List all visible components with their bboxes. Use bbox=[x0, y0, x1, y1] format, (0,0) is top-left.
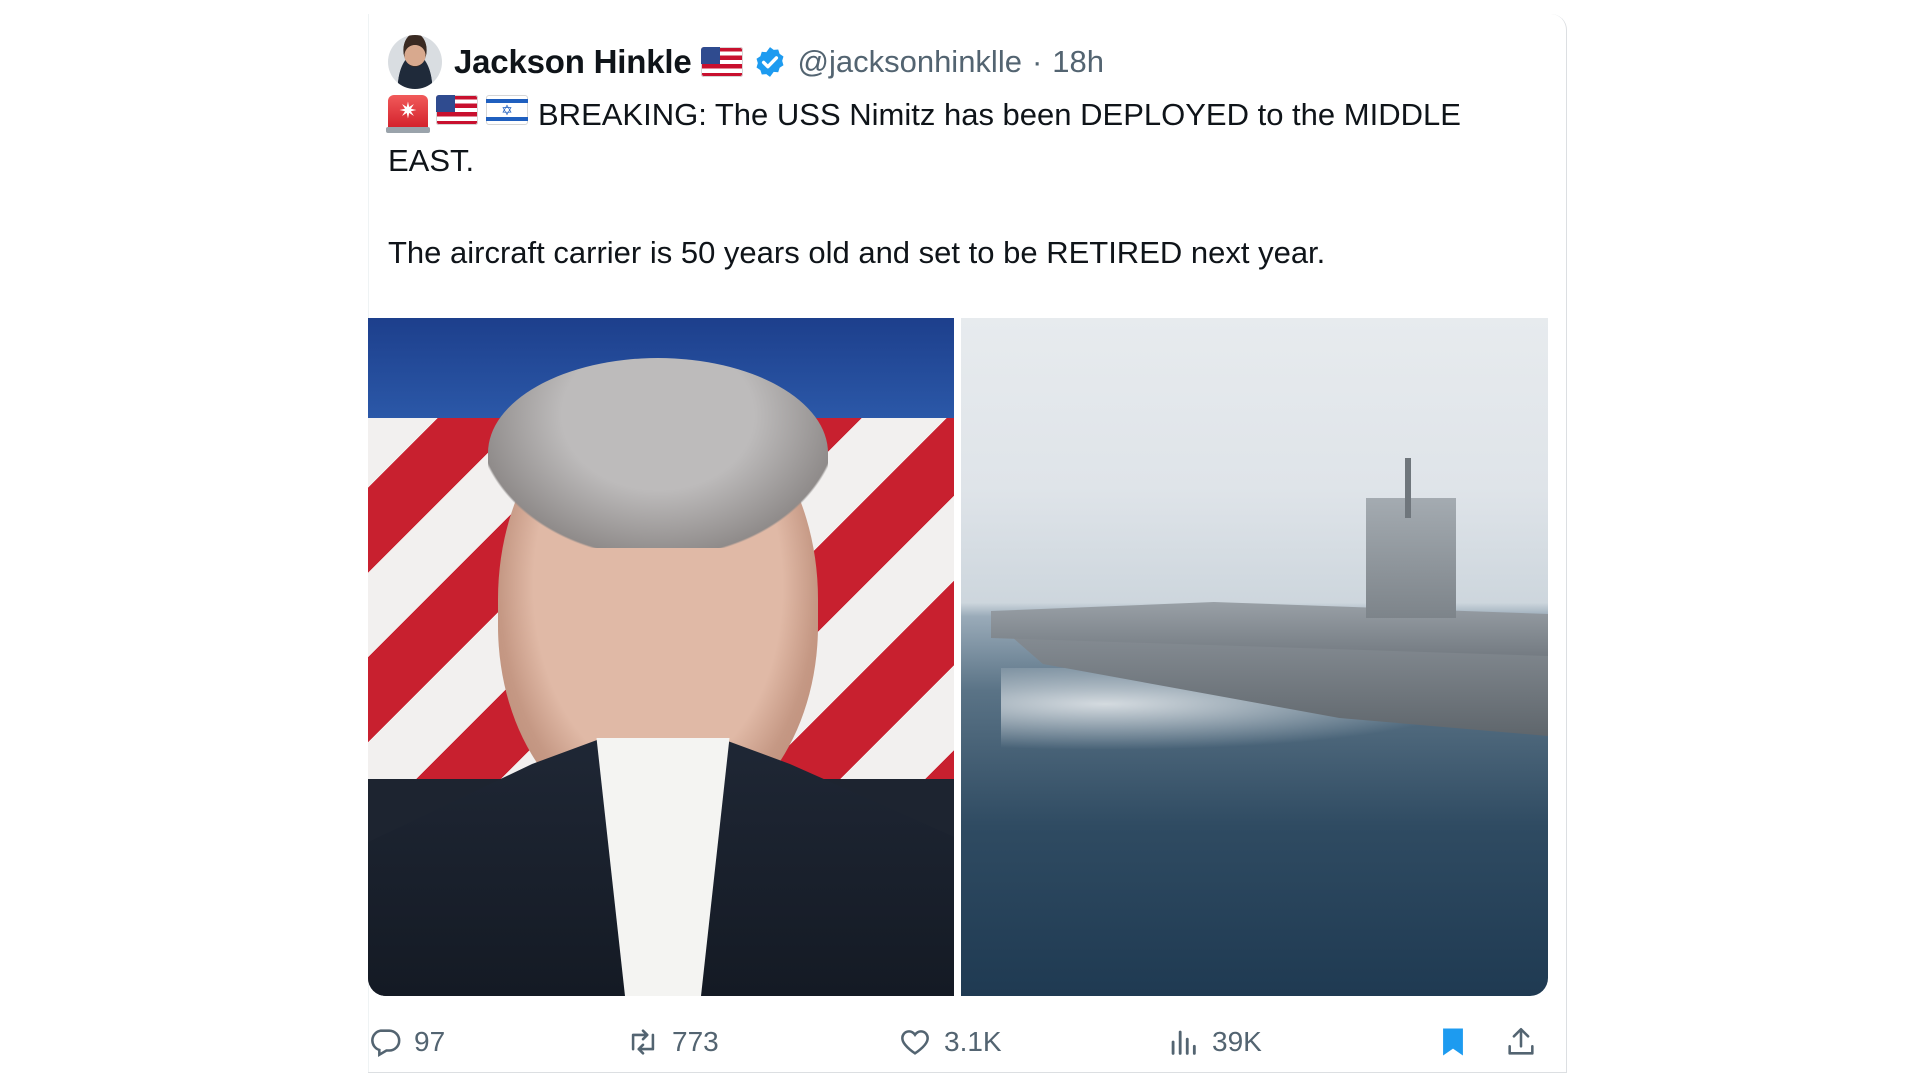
verified-badge-icon[interactable] bbox=[753, 45, 787, 79]
author-handle[interactable]: @jacksonhinklle bbox=[797, 44, 1021, 80]
tweet-text-line-2: The aircraft carrier is 50 years old and… bbox=[388, 235, 1326, 270]
author-avatar[interactable] bbox=[388, 35, 442, 89]
tweet-timestamp[interactable]: 18h bbox=[1052, 44, 1104, 80]
tweet-card[interactable]: Jackson Hinkle @jacksonhinklle · 18h ✷ ✡… bbox=[368, 14, 1567, 1073]
tweet-action-bar: 97 773 3.1K 39K bbox=[368, 1014, 1566, 1070]
meta-separator: · bbox=[1031, 44, 1043, 79]
tweet-paragraph-1: ✷ ✡ BREAKING: The USS Nimitz has been DE… bbox=[386, 92, 1508, 184]
bookmark-button[interactable] bbox=[1436, 1014, 1470, 1070]
reply-count: 97 bbox=[414, 1026, 446, 1057]
reply-button[interactable]: 97 bbox=[368, 1014, 445, 1070]
us-flag-icon bbox=[436, 95, 478, 125]
portrait-photo[interactable] bbox=[368, 318, 954, 996]
retweet-icon bbox=[631, 1029, 655, 1055]
views-count: 39K bbox=[1212, 1026, 1262, 1057]
ship-island bbox=[1366, 498, 1456, 618]
heart-icon bbox=[901, 1030, 929, 1055]
like-button[interactable]: 3.1K bbox=[898, 1014, 1002, 1070]
share-button[interactable] bbox=[1504, 1014, 1538, 1070]
bookmark-icon bbox=[1443, 1028, 1463, 1056]
tweet-text: ✷ ✡ BREAKING: The USS Nimitz has been DE… bbox=[386, 92, 1508, 276]
hair-shape bbox=[488, 358, 828, 548]
views-chart-icon bbox=[1171, 1030, 1196, 1055]
like-count: 3.1K bbox=[944, 1026, 1002, 1057]
share-icon bbox=[1508, 1027, 1534, 1055]
ship-mast bbox=[1405, 458, 1411, 518]
emoji-group: ✷ ✡ bbox=[386, 95, 528, 133]
tweet-header: Jackson Hinkle @jacksonhinklle · 18h bbox=[388, 34, 1104, 90]
author-name[interactable]: Jackson Hinkle bbox=[454, 43, 692, 81]
views-button[interactable]: 39K bbox=[1166, 1014, 1262, 1070]
retweet-button[interactable]: 773 bbox=[626, 1014, 719, 1070]
aircraft-carrier-photo[interactable] bbox=[961, 318, 1548, 996]
retweet-count: 773 bbox=[672, 1026, 719, 1057]
tweet-text-line-1: BREAKING: The USS Nimitz has been DEPLOY… bbox=[388, 97, 1461, 178]
us-flag-icon bbox=[701, 47, 744, 77]
reply-icon bbox=[371, 1029, 401, 1058]
israel-flag-icon: ✡ bbox=[486, 95, 528, 125]
tweet-media[interactable] bbox=[368, 318, 1548, 996]
siren-icon: ✷ bbox=[386, 95, 430, 133]
